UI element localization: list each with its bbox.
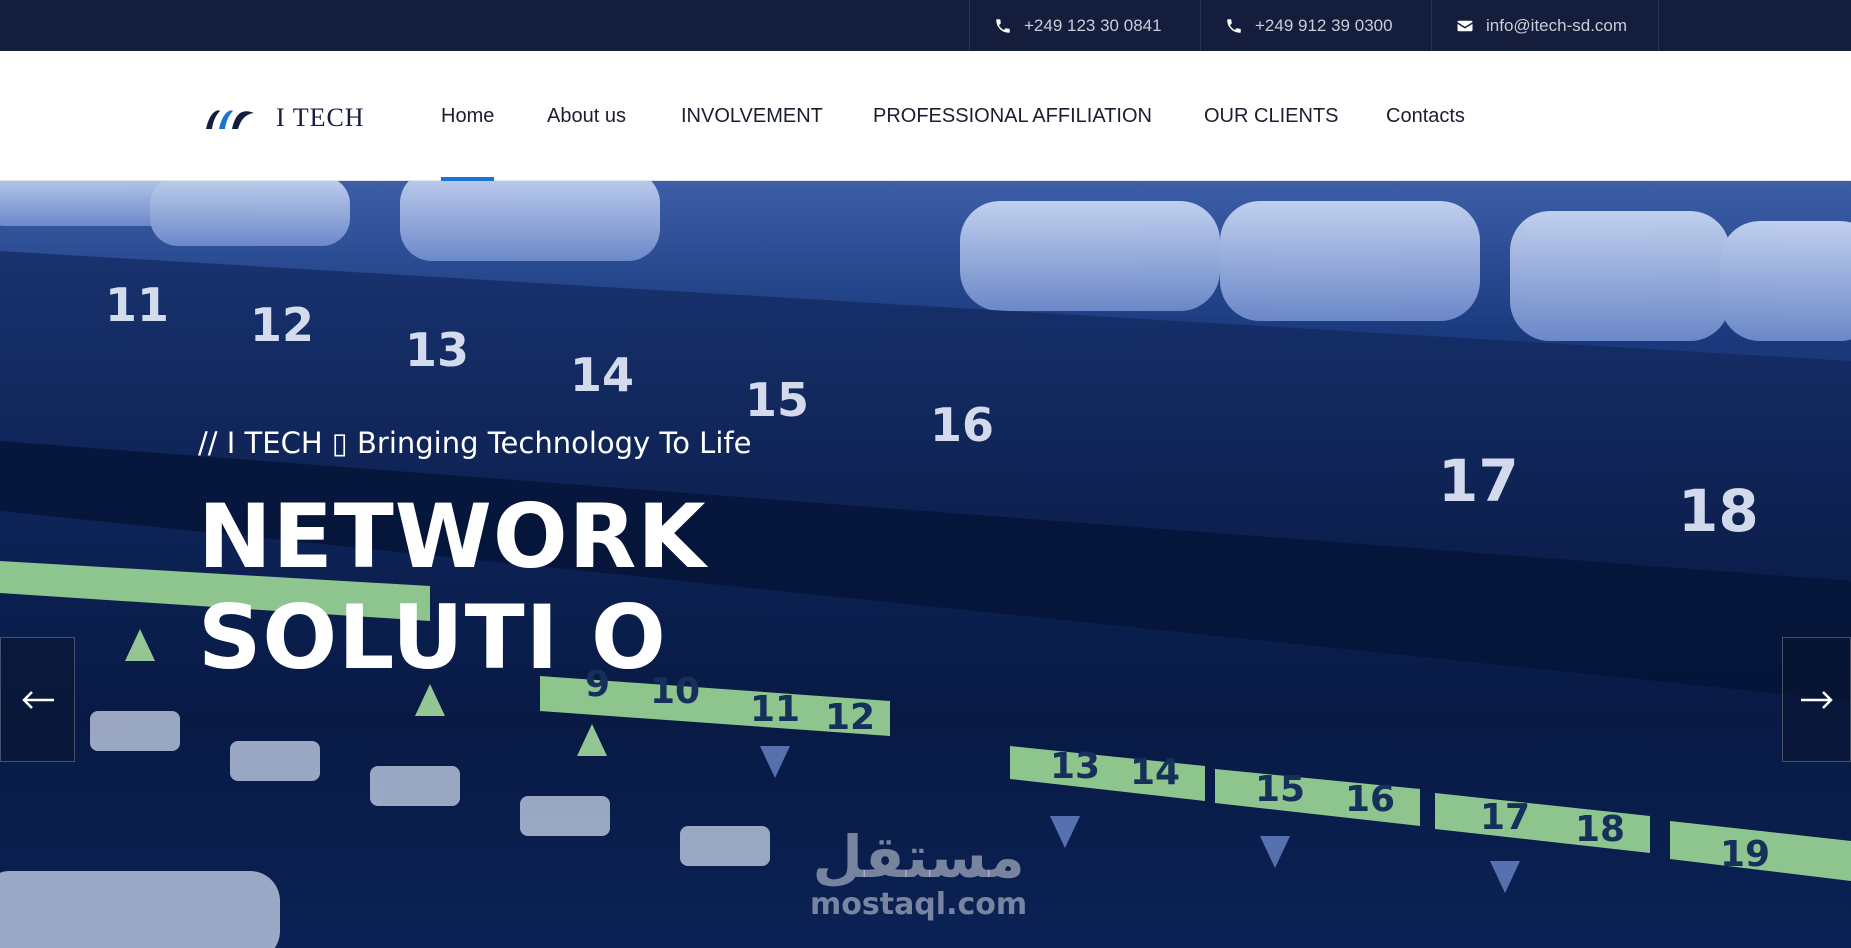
port-number: 18 <box>1575 809 1625 850</box>
port-number: 18 <box>1678 477 1759 545</box>
phone-icon <box>994 17 1012 35</box>
port-number: 12 <box>250 298 314 352</box>
nav-involvement-label: INVOLVEMENT <box>681 104 823 127</box>
nav-our-clients[interactable]: OUR CLIENTS <box>1204 51 1338 181</box>
arrow-right-icon <box>1800 690 1833 709</box>
contact-phone-1-text: +249 123 30 0841 <box>1024 15 1162 35</box>
contact-email-text: info@itech-sd.com <box>1486 15 1628 35</box>
port-number: 11 <box>105 278 169 332</box>
nav-professional-affiliation[interactable]: PROFESSIONAL AFFILIATION <box>873 51 1152 181</box>
port-number: 12 <box>825 697 875 738</box>
port-number: 11 <box>750 689 800 730</box>
contact-email[interactable]: info@itech-sd.com <box>1431 0 1659 51</box>
watermark-arabic: مستقل <box>812 823 1025 891</box>
arrow-left-icon <box>21 690 54 709</box>
port-number: 15 <box>1255 769 1305 810</box>
watermark-latin: mostaql.com <box>810 887 1028 922</box>
hero-subtitle: // I TECH ▯ Bringing Technology To Life <box>198 426 752 460</box>
logo-text: I TECH <box>276 103 365 132</box>
port-number: 14 <box>570 348 634 402</box>
nav-contacts-label: Contacts <box>1386 104 1465 127</box>
slider-prev-button[interactable] <box>0 637 75 762</box>
port-number: 19 <box>1720 834 1770 875</box>
port-number: 13 <box>405 323 469 377</box>
top-contact-bar: +249 123 30 0841 +249 912 39 0300 info@i… <box>0 0 1851 51</box>
port-number: 17 <box>1438 447 1519 515</box>
contact-phone-2-text: +249 912 39 0300 <box>1255 15 1393 35</box>
port-number: 14 <box>1130 752 1180 793</box>
mail-icon <box>1456 17 1474 35</box>
port-number: 13 <box>1050 746 1100 787</box>
nav-home[interactable]: Home <box>441 51 495 181</box>
nav-about-us[interactable]: About us <box>547 51 626 181</box>
port-number: 17 <box>1480 797 1530 838</box>
nav-about-us-label: About us <box>547 104 626 127</box>
port-number: 16 <box>1345 779 1395 820</box>
logo-mark-icon <box>206 110 254 129</box>
hero-title: NETWORK SOLUTI O <box>198 486 818 688</box>
watermark: مستقل mostaql.com <box>810 826 1027 922</box>
phone-icon <box>1225 17 1243 35</box>
contact-phone-1[interactable]: +249 123 30 0841 <box>969 0 1200 51</box>
hero-slider: 11 12 13 14 15 16 17 18 9 10 11 12 13 14… <box>0 181 1851 948</box>
port-number: 16 <box>930 398 994 452</box>
nav-home-label: Home <box>441 104 495 127</box>
nav-contacts[interactable]: Contacts <box>1386 51 1465 181</box>
site-logo[interactable]: I TECH <box>204 103 365 133</box>
site-header: I TECH Home About us INVOLVEMENT PROFESS… <box>0 51 1851 181</box>
nav-professional-affiliation-label: PROFESSIONAL AFFILIATION <box>873 104 1152 127</box>
slider-next-button[interactable] <box>1782 637 1851 762</box>
contact-phone-2[interactable]: +249 912 39 0300 <box>1200 0 1431 51</box>
nav-our-clients-label: OUR CLIENTS <box>1204 104 1339 127</box>
hero-title-line-2: SOLUTI O <box>198 586 667 689</box>
hero-title-line-1: NETWORK <box>198 485 707 588</box>
nav-involvement[interactable]: INVOLVEMENT <box>681 51 823 181</box>
port-number: 15 <box>745 373 809 427</box>
